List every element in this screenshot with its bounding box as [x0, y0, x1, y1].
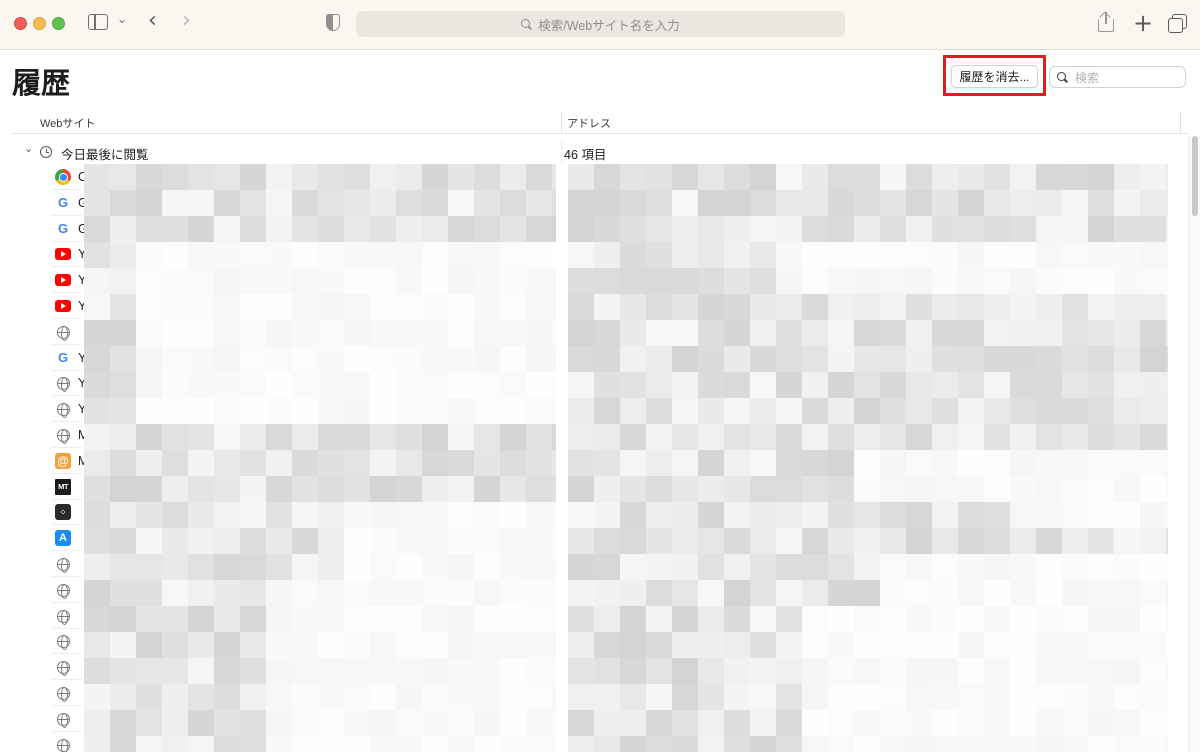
address-bar-placeholder: 検索/Webサイト名を入力 [538, 18, 680, 33]
app-store-icon: A [55, 530, 71, 547]
history-row[interactable]: M [0, 422, 1200, 448]
column-header-address[interactable]: アドレス [567, 115, 611, 131]
history-row[interactable]: GG [0, 190, 1200, 216]
youtube-icon [55, 248, 71, 261]
history-row-title: Y [78, 402, 87, 417]
history-row[interactable]: Y [0, 241, 1200, 268]
history-row-title: Y [78, 247, 87, 262]
mt-icon: MT [55, 478, 71, 495]
history-row-title: Y [78, 273, 87, 288]
globe-icon [57, 583, 70, 599]
history-row[interactable]: MT [0, 474, 1200, 500]
scrollbar-thumb[interactable] [1192, 136, 1198, 216]
chevron-down-icon[interactable]: ⌄ [117, 13, 127, 25]
vertical-scrollbar[interactable] [1188, 136, 1200, 752]
page-title: 履歴 [12, 68, 71, 100]
dark-app-icon: ⁘ [55, 504, 71, 521]
history-row[interactable] [0, 319, 1200, 345]
history-row[interactable]: Y [0, 293, 1200, 319]
history-row[interactable] [0, 628, 1200, 655]
google-icon: G [57, 350, 69, 366]
column-divider [561, 140, 562, 164]
search-placeholder: 検索 [1075, 70, 1100, 85]
history-row[interactable]: C [0, 164, 1200, 190]
globe-icon [57, 661, 70, 677]
history-row[interactable] [0, 577, 1200, 603]
search-icon [1057, 71, 1068, 83]
tab-overview-icon[interactable] [1168, 14, 1187, 33]
column-divider[interactable] [1180, 112, 1181, 132]
chevron-down-icon[interactable]: ⌄ [24, 142, 33, 155]
chrome-icon [55, 169, 71, 185]
history-row[interactable] [0, 603, 1200, 629]
clear-history-button[interactable]: 履歴を消去... [951, 65, 1038, 88]
browser-toolbar: ⌄ ‹ › 検索/Webサイト名を入力 + [0, 0, 1200, 50]
history-row[interactable]: GY [0, 345, 1200, 371]
history-row[interactable] [0, 732, 1200, 752]
globe-icon [57, 635, 70, 651]
history-row-title: G [78, 221, 88, 236]
history-row-title: Y [78, 376, 87, 391]
sidebar-toggle-icon[interactable] [88, 14, 108, 30]
forward-arrow-icon[interactable]: › [182, 10, 191, 32]
history-row[interactable]: Y [0, 396, 1200, 423]
column-divider[interactable] [561, 112, 562, 132]
history-row[interactable] [0, 654, 1200, 681]
maximize-window-button[interactable] [52, 17, 65, 30]
minimize-window-button[interactable] [33, 17, 46, 30]
history-row-title: Y [78, 299, 87, 313]
globe-icon [57, 712, 70, 728]
close-window-button[interactable] [14, 17, 27, 30]
address-bar[interactable]: 検索/Webサイト名を入力 [356, 11, 845, 37]
globe-icon [57, 403, 70, 419]
globe-icon [57, 687, 70, 702]
youtube-icon [55, 274, 71, 287]
history-row-title: C [78, 170, 88, 184]
history-search-input[interactable]: 検索 [1049, 66, 1186, 88]
table-header: Webサイト アドレス [12, 110, 1188, 134]
history-row[interactable]: Y [0, 267, 1200, 294]
clock-icon [40, 146, 52, 158]
globe-icon [57, 738, 70, 752]
history-row-title: Y [78, 350, 87, 365]
group-item-count: 46 項目 [564, 148, 607, 162]
globe-icon [57, 429, 70, 444]
group-label: 今日最後に閲覧 [61, 148, 149, 162]
youtube-icon [55, 300, 71, 312]
back-arrow-icon[interactable]: ‹ [148, 10, 157, 32]
history-row[interactable]: Y [0, 370, 1200, 397]
search-icon [521, 18, 532, 30]
history-row[interactable]: ⁘ [0, 499, 1200, 526]
history-row[interactable]: A [0, 525, 1200, 552]
google-icon: G [57, 195, 69, 211]
history-row[interactable] [0, 551, 1200, 577]
column-header-website[interactable]: Webサイト [40, 115, 95, 131]
globe-icon [57, 377, 70, 393]
privacy-shield-icon[interactable] [326, 14, 340, 31]
history-row[interactable]: GG [0, 216, 1200, 242]
globe-icon [57, 558, 70, 573]
history-group-row[interactable]: ⌄ 今日最後に閲覧 46 項目 [12, 140, 1188, 164]
history-row-title: G [78, 195, 88, 210]
history-row[interactable]: @ M [0, 448, 1200, 474]
share-icon[interactable] [1098, 11, 1114, 32]
globe-icon [57, 609, 70, 625]
history-row-title: M [78, 428, 89, 442]
google-icon: G [57, 221, 69, 237]
new-tab-icon[interactable]: + [1133, 11, 1153, 35]
history-row[interactable] [0, 706, 1200, 732]
history-row[interactable] [0, 680, 1200, 706]
history-row-title: M [78, 453, 89, 468]
globe-icon [57, 325, 70, 341]
mail-icon: @ [55, 452, 71, 469]
